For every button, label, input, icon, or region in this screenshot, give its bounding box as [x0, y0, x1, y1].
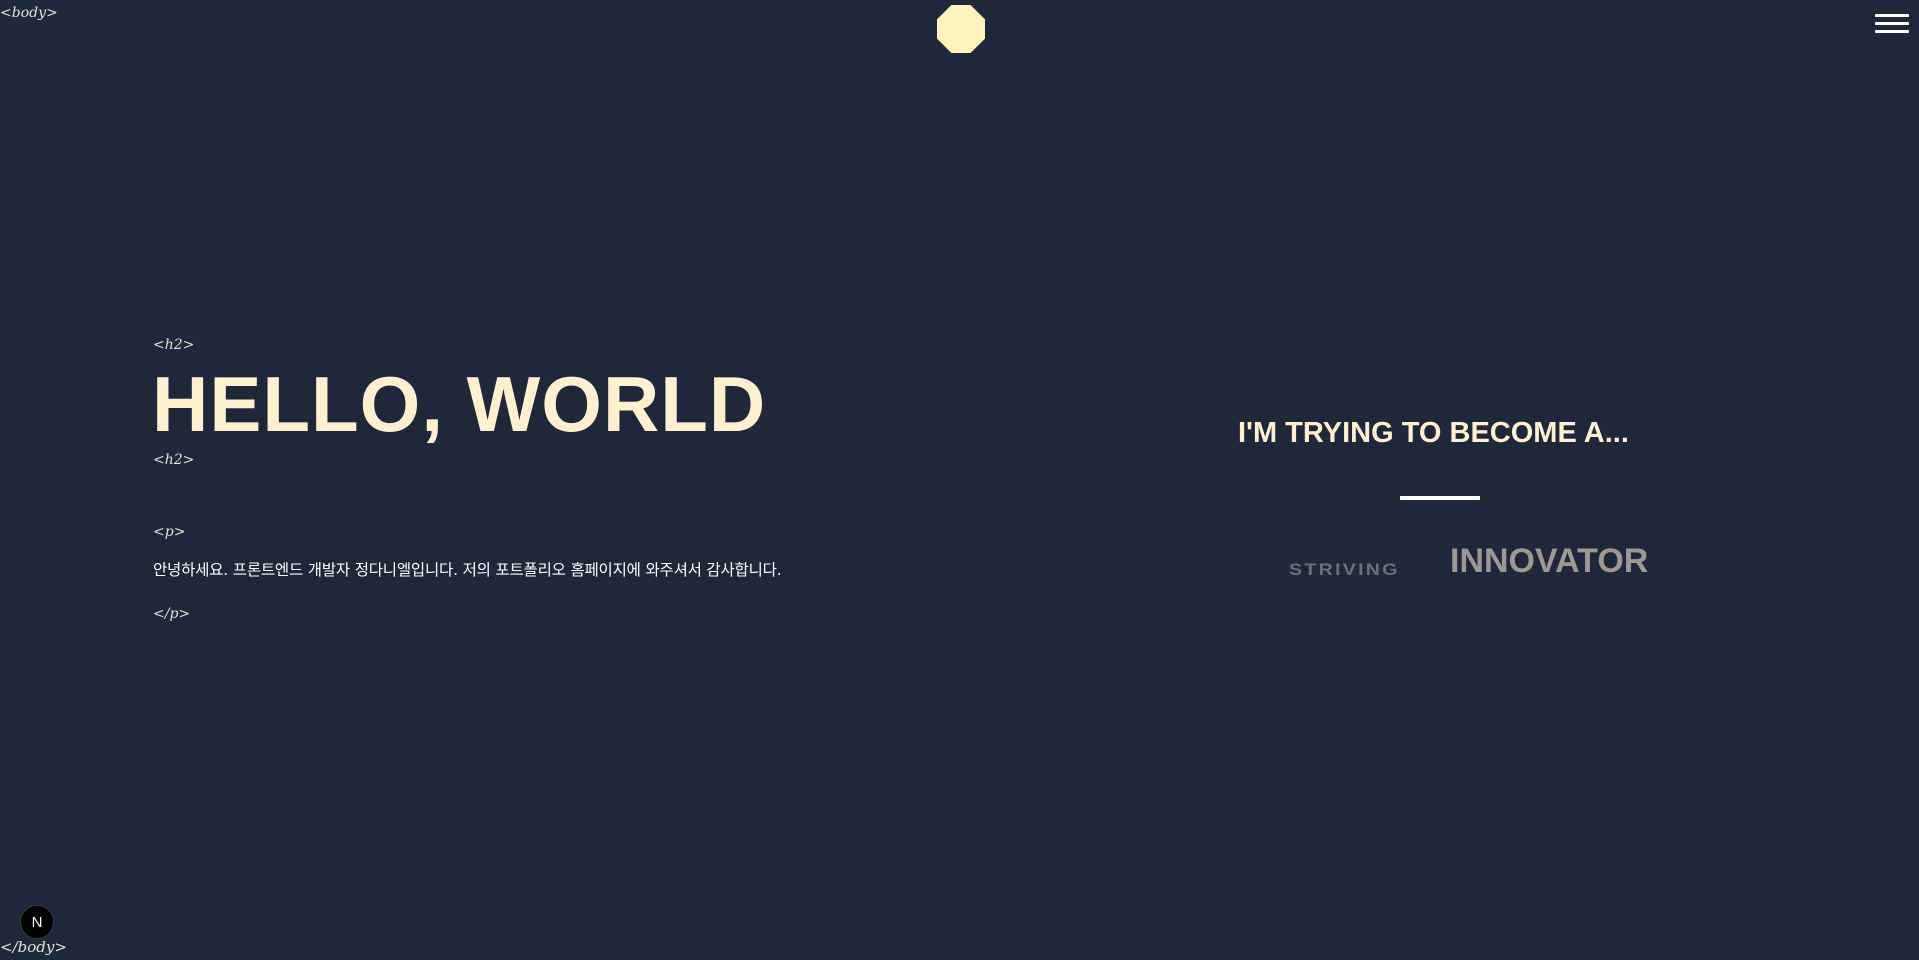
- menu-line-icon: [1875, 22, 1909, 25]
- intro-text: 안녕하세요. 프론트엔드 개발자 정다니엘입니다. 저의 포트폴리오 홈페이지에…: [153, 561, 782, 579]
- octagon-logo-icon[interactable]: [937, 5, 985, 53]
- nextjs-dev-badge[interactable]: N: [20, 905, 54, 939]
- h2-open-tag: <h2>: [153, 337, 195, 353]
- role-heading: I'M TRYING TO BECOME A...: [1238, 417, 1629, 449]
- role-word-innovator: INNOVATOR: [1450, 542, 1649, 580]
- h2-close-tag: <h2>: [153, 452, 195, 468]
- body-open-tag: <body>: [0, 5, 58, 21]
- role-divider: [1400, 496, 1480, 500]
- hero-title: HELLO, WORLD: [152, 360, 767, 448]
- p-open-tag: <p>: [153, 524, 186, 540]
- menu-line-icon: [1875, 30, 1909, 33]
- role-word-striving: STRIVING: [1289, 560, 1400, 579]
- portfolio-page: <body> <h2> HELLO, WORLD <h2> <p> 안녕하세요.…: [0, 0, 1919, 960]
- p-close-tag: </p>: [153, 606, 191, 622]
- hamburger-menu-button[interactable]: [1875, 12, 1909, 36]
- menu-line-icon: [1875, 14, 1909, 17]
- body-close-tag: </body>: [0, 938, 67, 956]
